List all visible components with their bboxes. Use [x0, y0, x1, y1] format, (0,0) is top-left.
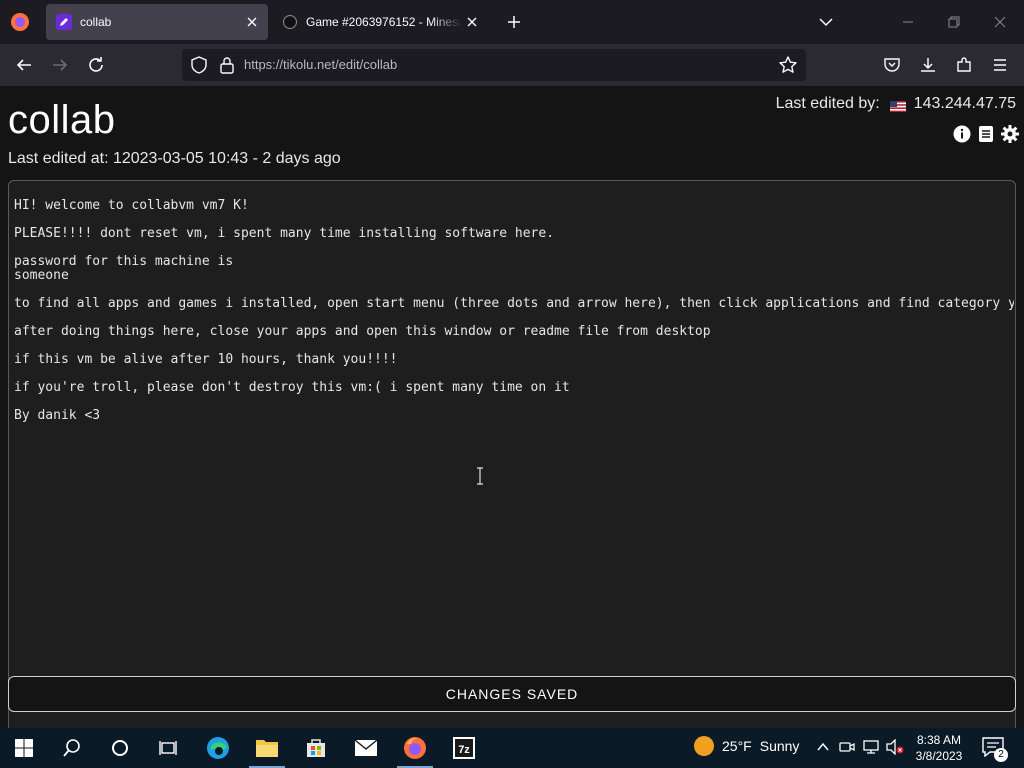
document-icon[interactable] [976, 124, 996, 144]
close-tab-icon[interactable] [242, 12, 262, 32]
show-hidden-icons-chevron-icon[interactable] [814, 738, 832, 756]
us-flag-icon [889, 99, 906, 112]
editor-line: to find all apps and games i installed, … [14, 296, 1014, 311]
text-editor[interactable]: HI! welcome to collabvm vm7 K! PLEASE!!!!… [8, 180, 1016, 750]
search-icon[interactable] [60, 736, 84, 760]
url-text[interactable]: https://tikolu.net/edit/collab [244, 57, 397, 72]
editor-blank-line [14, 367, 1014, 381]
back-arrow-icon[interactable] [12, 53, 36, 77]
info-icon[interactable] [952, 124, 972, 144]
editor-line: PLEASE!!!! dont reset vm, i spent many t… [14, 226, 555, 241]
save-status-button[interactable]: CHANGES SAVED [8, 676, 1016, 712]
extensions-icon[interactable] [952, 53, 976, 77]
editor-line: if this vm be alive after 10 hours, than… [14, 352, 398, 367]
last-edited-by-label: Last edited by: [775, 95, 880, 112]
firefox-icon[interactable] [403, 736, 427, 760]
minimize-icon[interactable] [898, 12, 918, 32]
text-cursor-icon [475, 467, 485, 485]
windows-start-icon[interactable] [12, 736, 36, 760]
forward-arrow-icon[interactable] [48, 53, 72, 77]
last-edited-by-ip: 143.244.47.75 [913, 95, 1016, 112]
cortana-icon[interactable] [108, 736, 132, 760]
network-icon[interactable] [862, 738, 880, 756]
windows-taskbar: 7z 25°F Sunny 8:38 AM 3/8/2023 2 [0, 728, 1024, 768]
svg-text:7z: 7z [458, 744, 470, 756]
address-bar[interactable]: https://tikolu.net/edit/collab [182, 49, 806, 81]
weather-widget[interactable]: 25°F Sunny [694, 736, 799, 756]
list-tabs-chevron-icon[interactable] [816, 12, 836, 32]
lock-icon[interactable] [218, 56, 236, 74]
browser-tab-bar: collab Game #2063976152 - Minesweeper [0, 0, 1024, 44]
clock-date: 3/8/2023 [915, 749, 963, 763]
pencil-icon [56, 14, 72, 30]
editor-blank-line [14, 241, 1014, 255]
page-title: collab [8, 98, 116, 142]
microsoft-store-icon[interactable] [304, 736, 328, 760]
volume-muted-icon[interactable] [886, 738, 904, 756]
edge-browser-icon[interactable] [206, 736, 230, 760]
editor-blank-line [14, 283, 1014, 297]
web-page: collab Last edited at: 12023-03-05 10:43… [0, 86, 1024, 750]
notification-count-badge: 2 [994, 748, 1008, 762]
clock-time: 8:38 AM [916, 733, 962, 747]
last-edited-by: Last edited by: 143.244.47.75 [776, 95, 1016, 113]
mine-icon [282, 14, 298, 30]
file-explorer-icon[interactable] [255, 736, 279, 760]
new-tab-icon[interactable] [504, 12, 524, 32]
sun-icon [694, 736, 714, 756]
reload-icon[interactable] [84, 53, 108, 77]
mail-icon[interactable] [354, 736, 378, 760]
system-clock[interactable]: 8:38 AM 3/8/2023 [905, 732, 973, 764]
downloads-icon[interactable] [916, 53, 940, 77]
editor-line: HI! welcome to collabvm vm7 K! [14, 199, 249, 213]
editor-line: after doing things here, close your apps… [14, 324, 711, 339]
editor-blank-line [14, 213, 1014, 227]
task-view-icon[interactable] [156, 736, 180, 760]
navigation-toolbar: https://tikolu.net/edit/collab [0, 44, 1024, 86]
meet-now-icon[interactable] [838, 738, 856, 756]
editor-blank-line [14, 395, 1014, 409]
editor-blank-line [14, 339, 1014, 353]
settings-gear-icon[interactable] [1000, 124, 1020, 144]
7zip-icon[interactable]: 7z [452, 736, 476, 760]
editor-line: if you're troll, please don't destroy th… [14, 380, 570, 395]
restore-icon[interactable] [944, 12, 964, 32]
close-tab-icon[interactable] [462, 12, 482, 32]
editor-line: password for this machine is [14, 254, 234, 269]
last-edited-at: Last edited at: 12023-03-05 10:43 - 2 da… [8, 150, 341, 167]
pocket-icon[interactable] [880, 53, 904, 77]
tab-title: Game #2063976152 - Minesweeper [306, 15, 462, 29]
tab-title: collab [80, 15, 112, 29]
tab-collab[interactable]: collab [46, 4, 268, 40]
hamburger-menu-icon[interactable] [988, 53, 1012, 77]
weather-description: Sunny [759, 738, 800, 754]
tab-minesweeper[interactable]: Game #2063976152 - Minesweeper [272, 4, 488, 40]
page-actions [952, 124, 1020, 144]
close-window-icon[interactable] [990, 12, 1010, 32]
action-center-icon[interactable]: 2 [982, 737, 1008, 762]
editor-content[interactable]: HI! welcome to collabvm vm7 K! PLEASE!!!!… [14, 199, 1014, 423]
editor-blank-line [14, 311, 1014, 325]
editor-line: By danik <3 [14, 408, 101, 423]
tracking-protection-shield-icon[interactable] [190, 56, 208, 74]
firefox-view-icon[interactable] [8, 10, 32, 34]
editor-line: someone [14, 268, 69, 283]
bookmark-star-icon[interactable] [778, 55, 798, 75]
weather-temperature: 25°F [722, 738, 752, 754]
